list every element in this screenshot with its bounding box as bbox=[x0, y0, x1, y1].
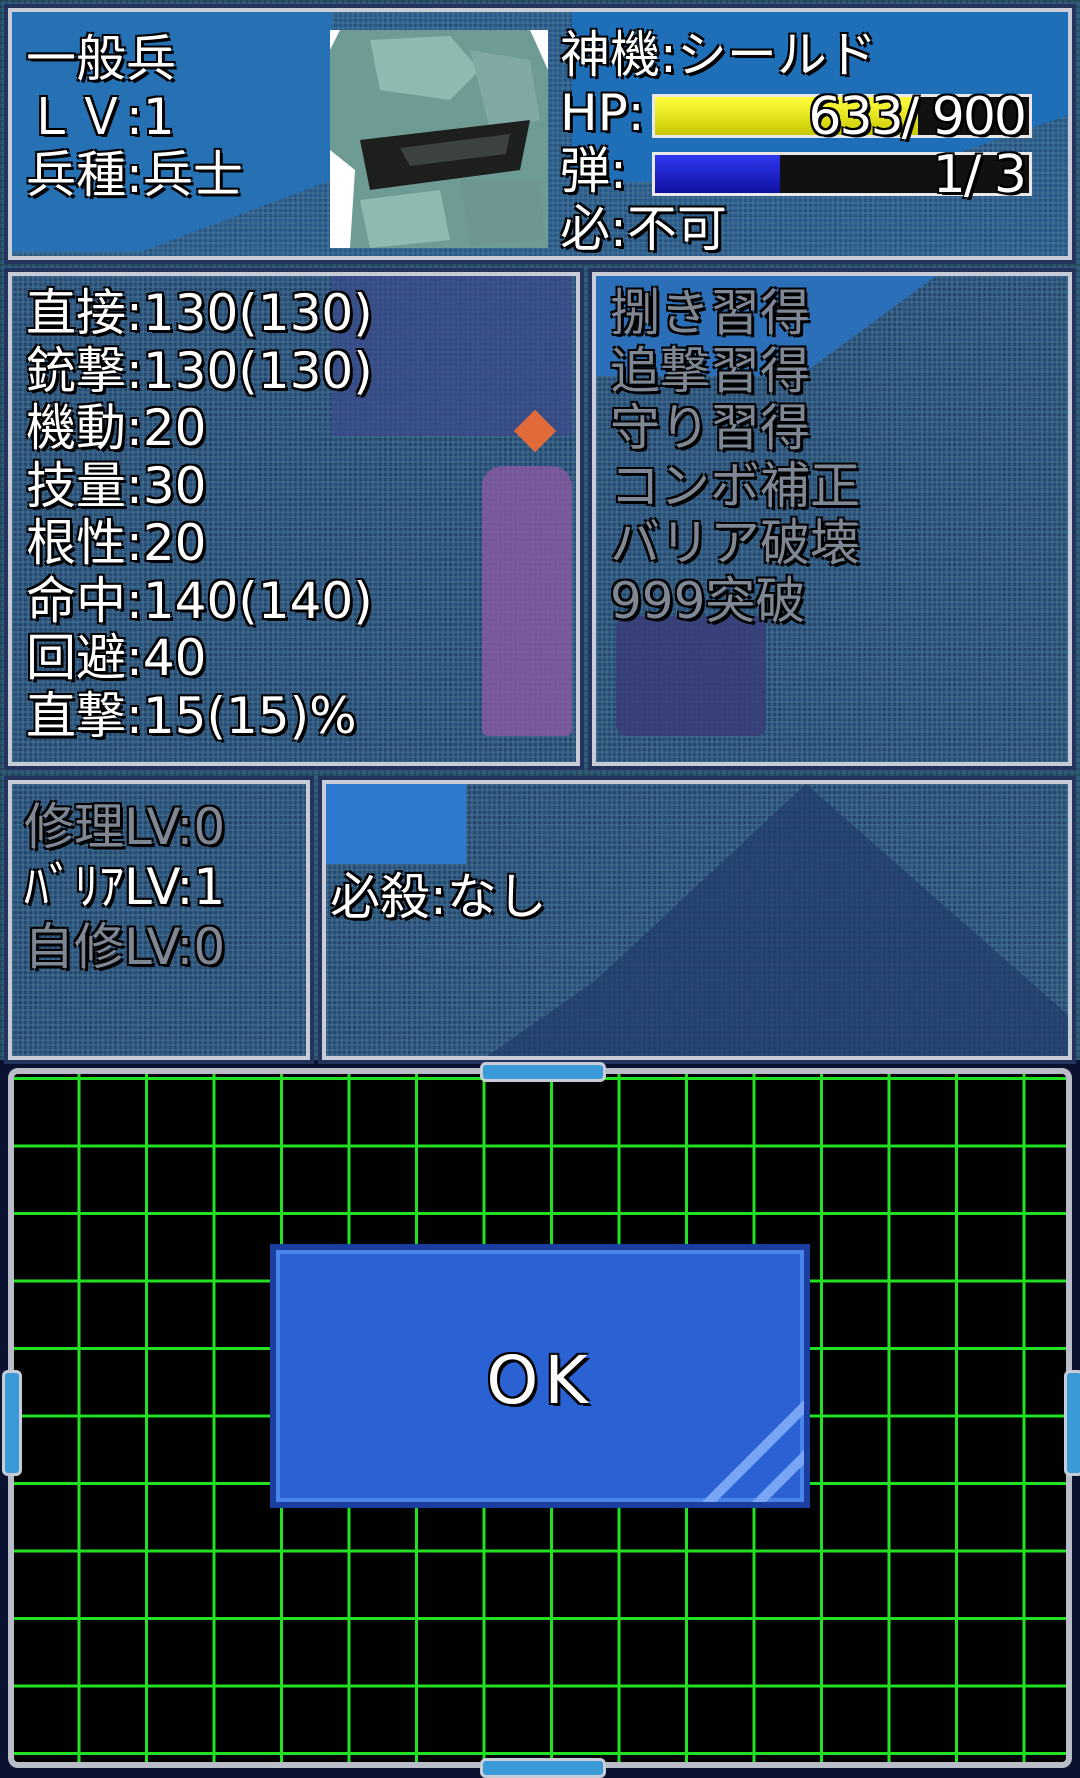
stats-panel: 直接:130(130) 銃撃:130(130) 機動:20 技量:30 根性:20 命中:… bbox=[4, 268, 584, 770]
skills-panel: 捌き習得 追撃習得 守り習得 コンボ補正 バリア破壊 999突破 bbox=[588, 268, 1076, 770]
stat-line: 直撃:15(15)% bbox=[26, 686, 357, 745]
frame-tab-top bbox=[480, 1062, 606, 1082]
ammo-current: 1 bbox=[932, 145, 966, 205]
unit-level: ＬＶ:1 bbox=[26, 88, 175, 146]
frame-tab-bottom bbox=[480, 1758, 606, 1778]
stat-line: 回避:40 bbox=[26, 629, 207, 687]
ability-line: 自修LV:0 bbox=[24, 918, 226, 976]
stat-line: 技量:30 bbox=[26, 456, 207, 515]
finisher-text: 必殺:なし bbox=[330, 868, 547, 926]
abilities-panel: 修理LV:0 ﾊﾞﾘｱLV:1 自修LV:0 bbox=[4, 776, 314, 1064]
special-status: 必:不可 bbox=[560, 200, 727, 258]
map-enemy-sprite bbox=[616, 616, 766, 736]
hp-current: 633 bbox=[808, 87, 903, 147]
skill-line: 守り習得 bbox=[610, 399, 810, 457]
skill-line: 999突破 bbox=[610, 571, 806, 630]
ammo-max: 3 bbox=[993, 145, 1027, 205]
frame-tab-right bbox=[1064, 1370, 1080, 1476]
machine-name: 神機:シールド bbox=[560, 26, 877, 84]
skill-line: バリア破壊 bbox=[610, 514, 860, 572]
unit-header-panel: 一般兵 ＬＶ:1 兵種:兵士 神機:シールド HP: 633/ 900 弾: 1… bbox=[4, 4, 1076, 264]
skill-line: コンボ補正 bbox=[610, 456, 860, 515]
skill-line: 追撃習得 bbox=[610, 341, 810, 400]
ability-line: 修理LV:0 bbox=[24, 798, 226, 856]
ok-button-label: OK bbox=[486, 1342, 594, 1419]
stat-line: 直接:130(130) bbox=[26, 284, 373, 342]
stat-line: 銃撃:130(130) bbox=[26, 341, 373, 400]
frame-tab-left bbox=[2, 1370, 22, 1476]
finisher-panel: 必殺:なし bbox=[318, 776, 1076, 1064]
ammo-value: 1/ 3 bbox=[932, 145, 1027, 205]
unit-class: 兵種:兵士 bbox=[26, 146, 243, 204]
hp-value: 633/ 900 bbox=[808, 87, 1027, 147]
mountain-shape bbox=[476, 784, 1068, 1056]
unit-portrait bbox=[330, 30, 548, 248]
hp-bar: 633/ 900 bbox=[652, 89, 1032, 145]
ammo-bar: 1/ 3 bbox=[652, 147, 1032, 203]
ability-line: ﾊﾞﾘｱLV:1 bbox=[24, 858, 226, 916]
stat-line: 根性:20 bbox=[26, 514, 207, 572]
map-unit-sprite bbox=[482, 466, 572, 736]
stat-line: 命中:140(140) bbox=[26, 571, 373, 630]
unit-name: 一般兵 bbox=[26, 30, 176, 88]
ammo-label: 弾: bbox=[560, 142, 627, 200]
stat-line: 機動:20 bbox=[26, 399, 207, 457]
hp-label: HP: bbox=[560, 84, 645, 142]
terrain-shape bbox=[326, 784, 466, 864]
skill-line: 捌き習得 bbox=[610, 284, 810, 342]
ok-button[interactable]: OK bbox=[270, 1244, 810, 1508]
ammo-bar-fill bbox=[655, 155, 780, 193]
hp-max: 900 bbox=[931, 87, 1027, 147]
